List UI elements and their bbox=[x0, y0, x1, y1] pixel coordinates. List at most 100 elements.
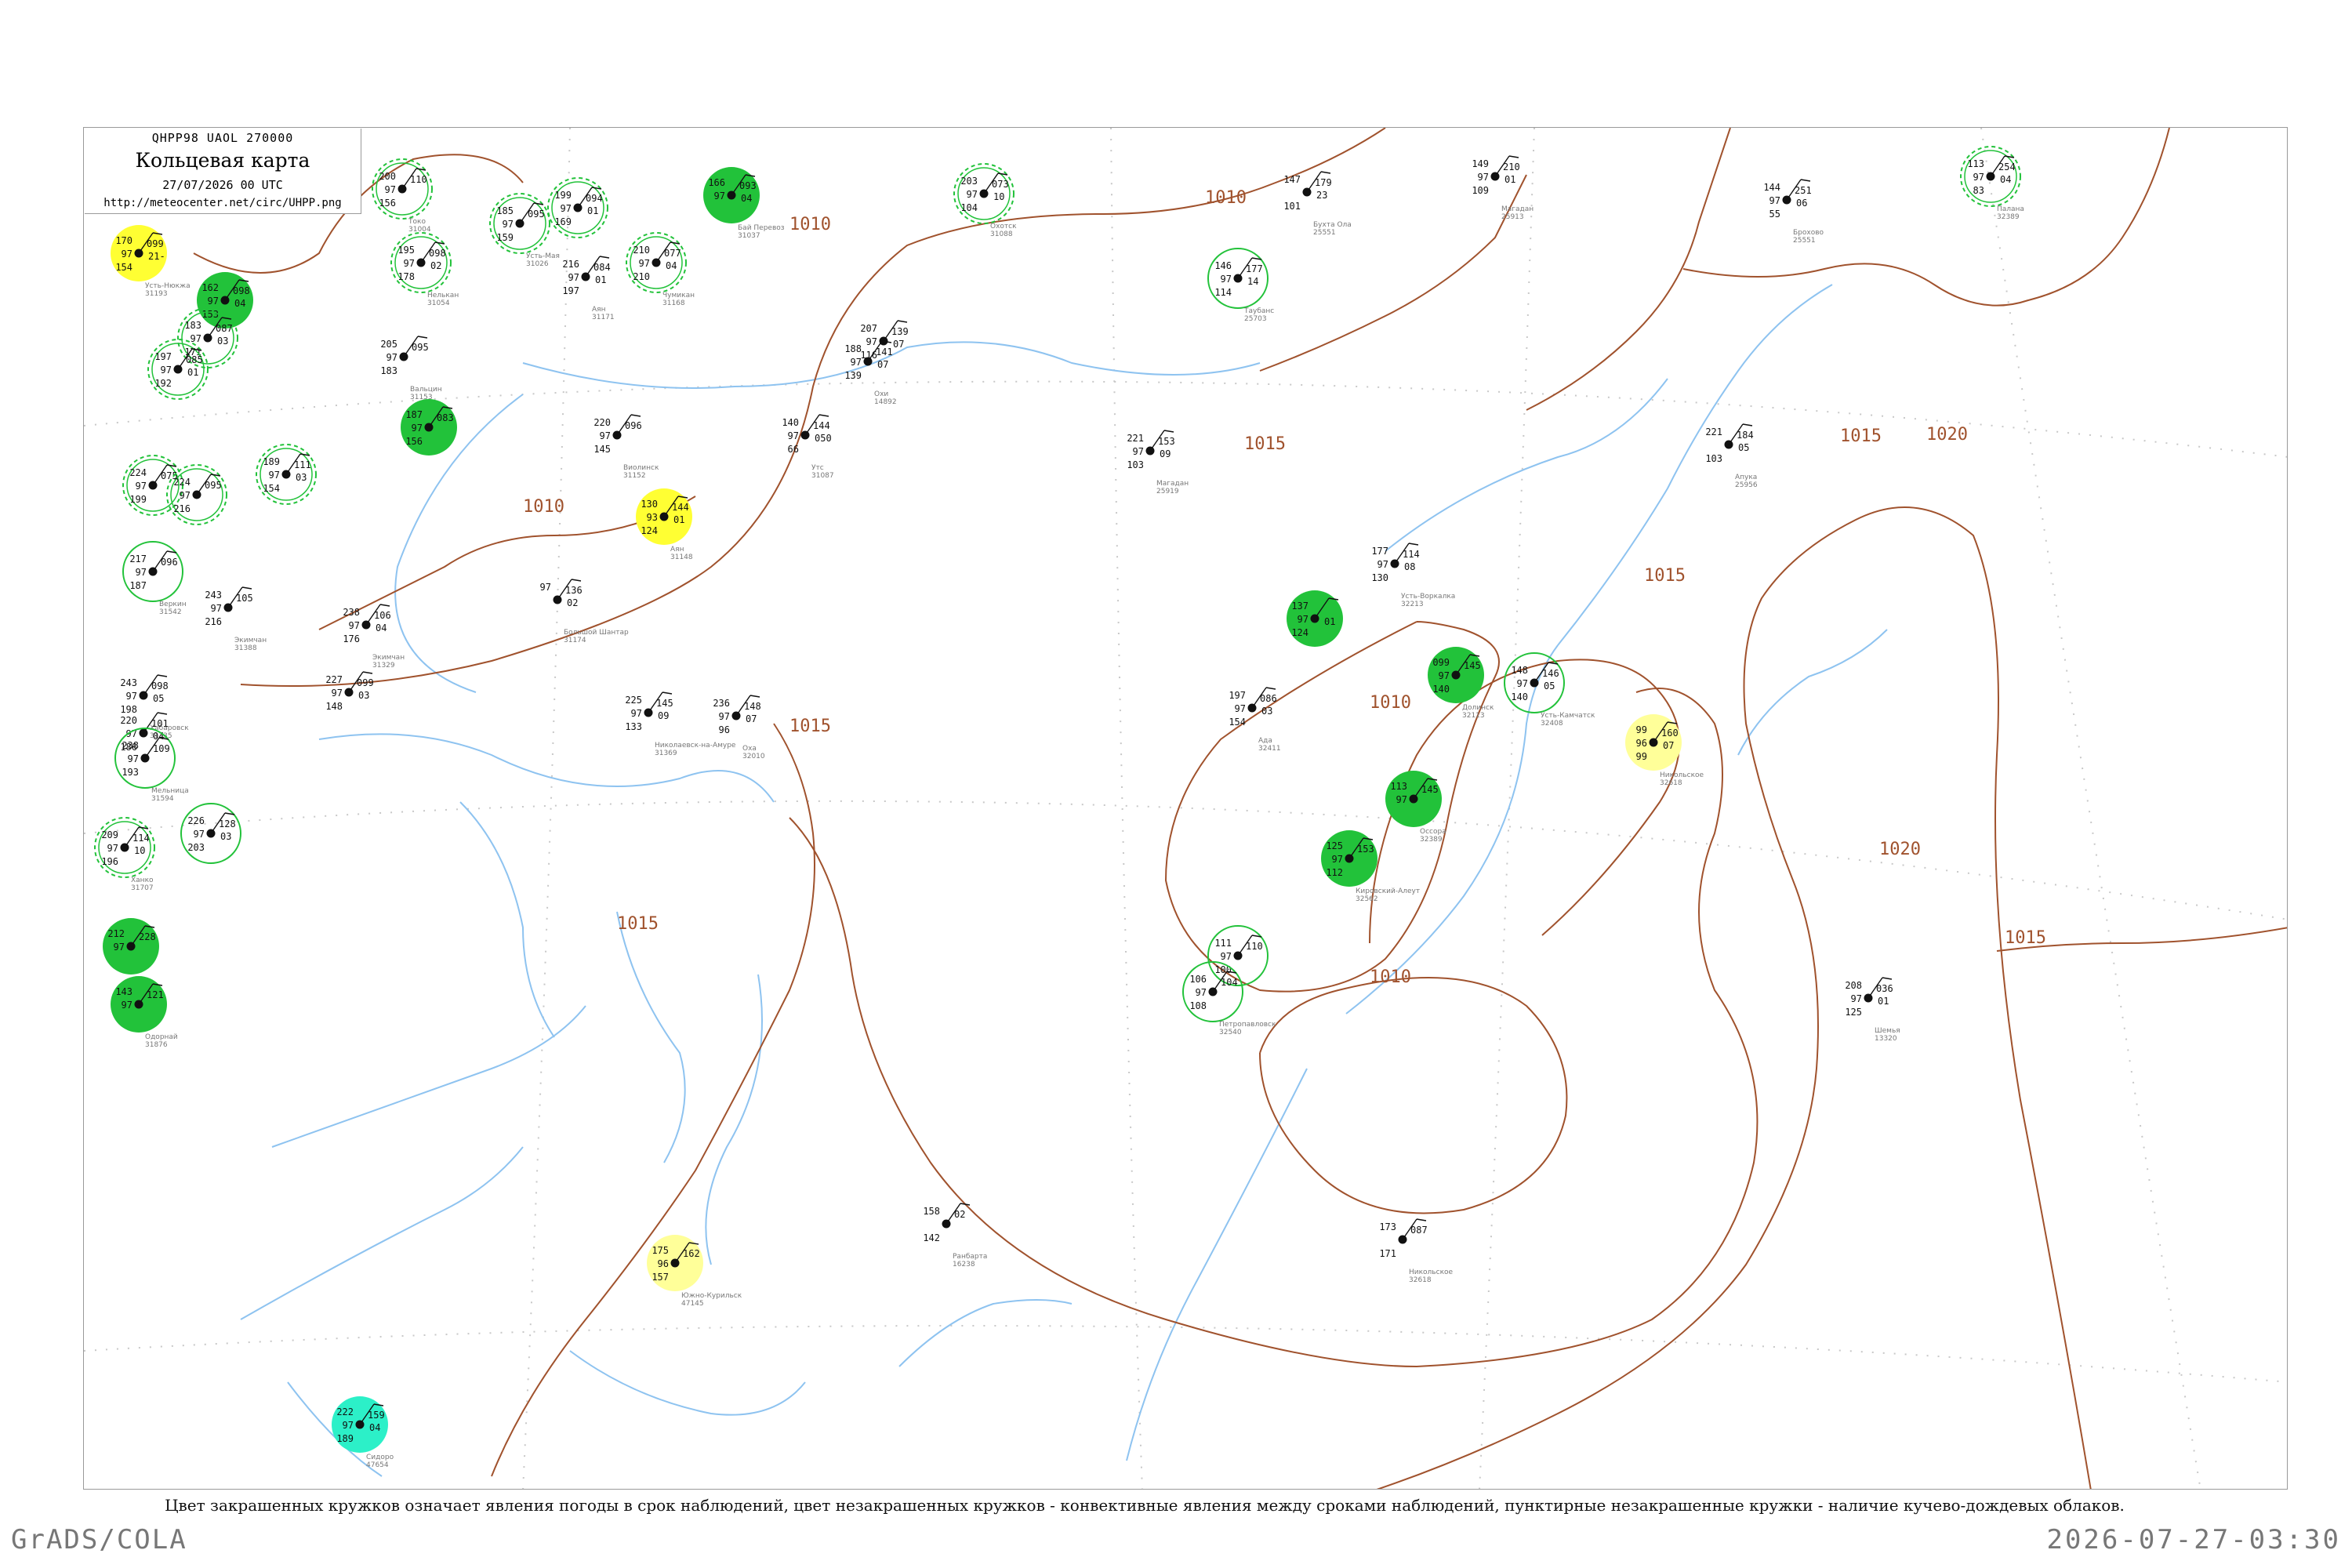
temperature-value: 166 bbox=[708, 177, 725, 188]
temperature-value: 243 bbox=[120, 677, 137, 688]
dewpoint-value: 109 bbox=[1472, 185, 1489, 196]
station-code: 13320 bbox=[1875, 1035, 1897, 1043]
station-s6: 203 97 104 07310 Охотск31088 bbox=[953, 163, 1017, 238]
pressure-value: 111 bbox=[294, 459, 311, 470]
tendency-value: 01 bbox=[673, 514, 684, 525]
temperature-value: 140 bbox=[782, 417, 799, 428]
visibility-value: 97 bbox=[1133, 446, 1144, 457]
pressure-value: 02 bbox=[954, 1209, 965, 1220]
pressure-value: 086 bbox=[1260, 693, 1277, 704]
temperature-value: 222 bbox=[336, 1406, 354, 1417]
dewpoint-value: 130 bbox=[1371, 572, 1388, 583]
footer-software-label: GrADS/COLA bbox=[11, 1524, 187, 1555]
tendency-value: 03 bbox=[217, 336, 228, 347]
map-url[interactable]: http://meteocenter.net/circ/UHPP.png bbox=[85, 197, 361, 209]
station-name: Оха bbox=[742, 745, 757, 753]
water-line-3 bbox=[616, 911, 686, 1163]
synoptic-map[interactable]: 1010101010101010101010151015101510151015… bbox=[84, 128, 2288, 1490]
dewpoint-value: 99 bbox=[1636, 751, 1647, 762]
dewpoint-value: 183 bbox=[380, 365, 397, 376]
isobar-label-8: 1015 bbox=[789, 717, 831, 736]
station-name: Николаевск-на-Амуре bbox=[655, 742, 736, 750]
water-line-11 bbox=[898, 1299, 1073, 1367]
tendency-value: 01 bbox=[595, 274, 606, 285]
map-frame[interactable]: 1010 1010 1010 1010 1010 1015 1015 1015 1015 1015… bbox=[83, 127, 2288, 1490]
visibility-value: 97 bbox=[122, 249, 132, 260]
station-name: Вальцин bbox=[410, 386, 442, 394]
station-code: 31876 bbox=[145, 1041, 168, 1049]
visibility-value: 97 bbox=[126, 691, 137, 702]
temperature-value: 195 bbox=[397, 245, 415, 256]
station-code: 32540 bbox=[1219, 1029, 1242, 1036]
station-code: 31026 bbox=[526, 260, 549, 268]
station-name: Усть-Мая bbox=[526, 252, 560, 260]
visibility-value: 97 bbox=[122, 1000, 132, 1011]
pressure-value: 179 bbox=[1315, 177, 1332, 188]
station-code: 32389 bbox=[1420, 836, 1443, 844]
tendency-value: 05 bbox=[153, 693, 164, 704]
pressure-value: 148 bbox=[744, 701, 761, 712]
station-name: Аян bbox=[592, 306, 606, 314]
graticule-line-4 bbox=[1110, 128, 1143, 1489]
station-name: Экимчан bbox=[234, 637, 267, 644]
visibility-value: 97 bbox=[1196, 987, 1207, 998]
pressure-value: 144 bbox=[813, 420, 830, 431]
visibility-value: 97 bbox=[719, 711, 730, 722]
temperature-value: 197 bbox=[1229, 690, 1246, 701]
station-name: Бухта Ола bbox=[1313, 221, 1352, 229]
station-name: Петропавловск bbox=[1219, 1021, 1276, 1029]
temperature-value: 236 bbox=[713, 698, 730, 709]
pressure-value: 095 bbox=[528, 209, 545, 220]
station-name: Ханко bbox=[131, 877, 154, 884]
isobar-line-11 bbox=[1682, 128, 2170, 307]
station-name: Кировский-Алеут bbox=[1356, 887, 1420, 895]
isobar-label-0: 1010 bbox=[1205, 188, 1247, 208]
visibility-value: 97 bbox=[1517, 678, 1528, 689]
visibility-value: 97 bbox=[1439, 670, 1450, 681]
station-s23: 140 97 66 144 050 Утс31087 bbox=[782, 414, 834, 480]
temperature-value: 238 bbox=[122, 740, 139, 751]
temperature-value: 158 bbox=[923, 1206, 940, 1217]
pressure-value: 093 bbox=[739, 180, 757, 191]
dewpoint-value: 139 bbox=[844, 370, 862, 381]
pressure-value: 110 bbox=[1246, 941, 1263, 952]
station-name: Брохово bbox=[1793, 229, 1824, 237]
temperature-value: 97 bbox=[540, 582, 551, 593]
tendency-value: 02 bbox=[430, 260, 441, 271]
pressure-value: 145 bbox=[1421, 784, 1439, 795]
tendency-value: 01 bbox=[587, 205, 598, 216]
isobar-line-6 bbox=[491, 723, 815, 1477]
pressure-value: 098 bbox=[429, 248, 446, 259]
dewpoint-value: 216 bbox=[173, 503, 191, 514]
station-code: 32213 bbox=[1401, 601, 1424, 608]
pressure-value: 128 bbox=[219, 818, 236, 829]
visibility-value: 97 bbox=[211, 603, 222, 614]
isobar-label-1: 1010 bbox=[789, 215, 831, 234]
dewpoint-value: 199 bbox=[129, 494, 147, 505]
station-code: 32408 bbox=[1541, 720, 1563, 728]
tendency-value: 04 bbox=[369, 1422, 380, 1433]
pressure-value: 144 bbox=[672, 502, 689, 513]
station-code: 31004 bbox=[408, 226, 431, 234]
dewpoint-value: 133 bbox=[625, 721, 642, 732]
station-s10: 113 97 83 254 04 Палана32389 bbox=[1960, 146, 2024, 221]
isobar-label-6: 1015 bbox=[1840, 426, 1882, 446]
isobar-label-4: 1010 bbox=[1370, 693, 1411, 713]
isobars bbox=[193, 128, 2287, 1489]
station-code: 25703 bbox=[1244, 315, 1267, 323]
station-name: Виолинск bbox=[623, 464, 659, 472]
station-s2: 200 97 156 110 Токо31004 bbox=[372, 158, 433, 234]
temperature-value: 175 bbox=[652, 1245, 669, 1256]
tendency-value: 04 bbox=[234, 298, 245, 309]
dewpoint-value: 142 bbox=[923, 1232, 940, 1243]
tendency-value: 05 bbox=[1738, 442, 1749, 453]
station-name: Южно-Курильск bbox=[681, 1292, 742, 1300]
dewpoint-value: 140 bbox=[1432, 684, 1450, 695]
pressure-value: 095 bbox=[205, 480, 222, 491]
station-name: Усть-Воркалка bbox=[1401, 593, 1455, 601]
pressure-value: 254 bbox=[1998, 162, 2016, 172]
tendency-value: 06 bbox=[1796, 198, 1807, 209]
dewpoint-value: 101 bbox=[1283, 201, 1301, 212]
station-name: Ада bbox=[1258, 737, 1272, 745]
wind-feather bbox=[379, 604, 390, 607]
